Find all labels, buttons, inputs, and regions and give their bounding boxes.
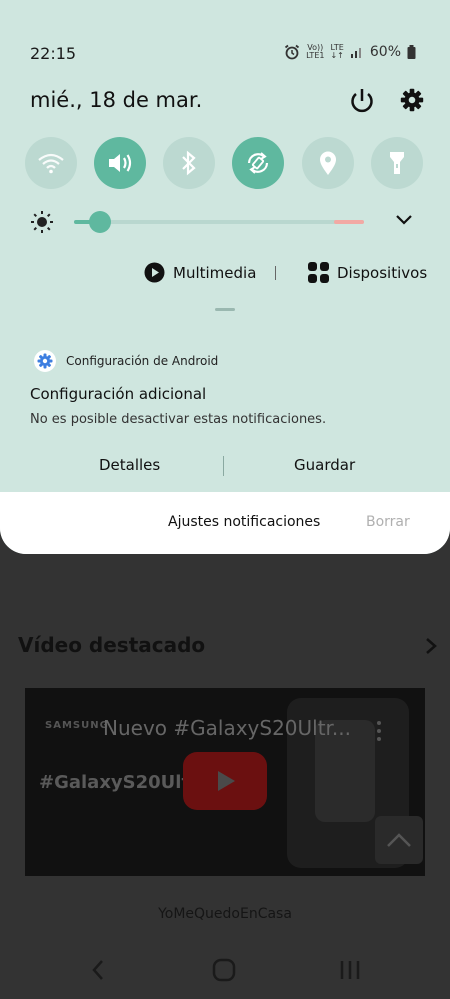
home-icon [212, 958, 236, 982]
notification-header: Configuración de Android [34, 350, 218, 372]
nav-back-button[interactable] [78, 956, 118, 984]
video-hashtag-overlay: #GalaxyS20Ultr [39, 772, 199, 793]
devices-label: Dispositivos [337, 263, 428, 282]
section-title: Vídeo destacado [18, 633, 206, 657]
battery-percent: 60% [369, 44, 401, 60]
save-button[interactable]: Guardar [294, 456, 355, 474]
signal-icon [350, 48, 361, 58]
date-label: mié., 18 de mar. [30, 88, 203, 112]
gear-icon[interactable] [397, 86, 427, 114]
wifi-icon [38, 153, 64, 174]
divider [275, 266, 276, 280]
status-icons: Vo)) LTE1 LTE ↓↑ 60% [284, 44, 416, 60]
multimedia-button[interactable]: Multimedia [144, 262, 256, 283]
alarm-icon [285, 44, 300, 60]
brightness-track[interactable] [74, 220, 364, 224]
brightness-icon [31, 211, 53, 233]
action-divider [223, 456, 224, 476]
hashtag-text: YoMeQuedoEnCasa [158, 906, 292, 922]
devices-button[interactable]: Dispositivos [308, 262, 427, 283]
devices-icon [308, 262, 329, 283]
battery-icon [407, 45, 416, 59]
location-icon [320, 151, 336, 175]
notification-shade: 22:15 Vo)) LTE1 LTE ↓↑ 60% mié., 18 de mar… [0, 0, 450, 554]
volume-icon [109, 154, 132, 172]
recents-icon [340, 961, 360, 979]
location-tile[interactable] [302, 137, 354, 189]
nav-recents-button[interactable] [330, 956, 370, 984]
chevron-down-icon[interactable] [395, 214, 413, 226]
power-icon[interactable] [347, 86, 377, 116]
multimedia-label: Multimedia [173, 263, 257, 282]
flashlight-tile[interactable] [371, 137, 423, 189]
video-brand: SAMSUNG [45, 720, 109, 731]
chevron-right-icon[interactable] [424, 636, 438, 656]
bluetooth-icon [182, 150, 196, 176]
bluetooth-tile[interactable] [163, 137, 215, 189]
flashlight-icon [390, 152, 404, 174]
more-vert-icon[interactable] [375, 720, 383, 742]
notification-settings-button[interactable]: Ajustes notificaciones [168, 514, 320, 530]
rotate-icon [247, 152, 269, 174]
play-button[interactable] [183, 752, 267, 810]
drag-handle[interactable] [215, 308, 235, 311]
notification-title: Configuración adicional [30, 385, 207, 403]
notification-text: No es posible desactivar estas notificac… [30, 412, 327, 427]
lte-indicator: LTE ↓↑ [330, 43, 344, 60]
brightness-slider[interactable] [89, 211, 112, 233]
sound-tile[interactable] [94, 137, 146, 189]
details-button[interactable]: Detalles [99, 456, 160, 474]
auto-rotate-tile[interactable] [232, 137, 284, 189]
wifi-tile[interactable] [25, 137, 77, 189]
chevron-up-icon [387, 833, 411, 847]
play-icon [218, 771, 235, 791]
play-circle-icon [144, 262, 165, 283]
back-icon [92, 960, 103, 980]
android-settings-icon [34, 350, 56, 372]
nav-home-button[interactable] [204, 956, 244, 984]
video-title: Nuevo #GalaxyS20Ultr... [103, 716, 352, 740]
brightness-high-zone [334, 220, 364, 224]
clear-button[interactable]: Borrar [366, 514, 410, 530]
scroll-top-button[interactable] [375, 816, 423, 864]
status-time: 22:15 [30, 44, 77, 63]
volte-indicator: Vo)) LTE1 [306, 43, 325, 60]
notification-app-name: Configuración de Android [66, 354, 219, 368]
featured-video[interactable]: SAMSUNG Nuevo #GalaxyS20Ultr... #GalaxyS… [25, 688, 425, 876]
